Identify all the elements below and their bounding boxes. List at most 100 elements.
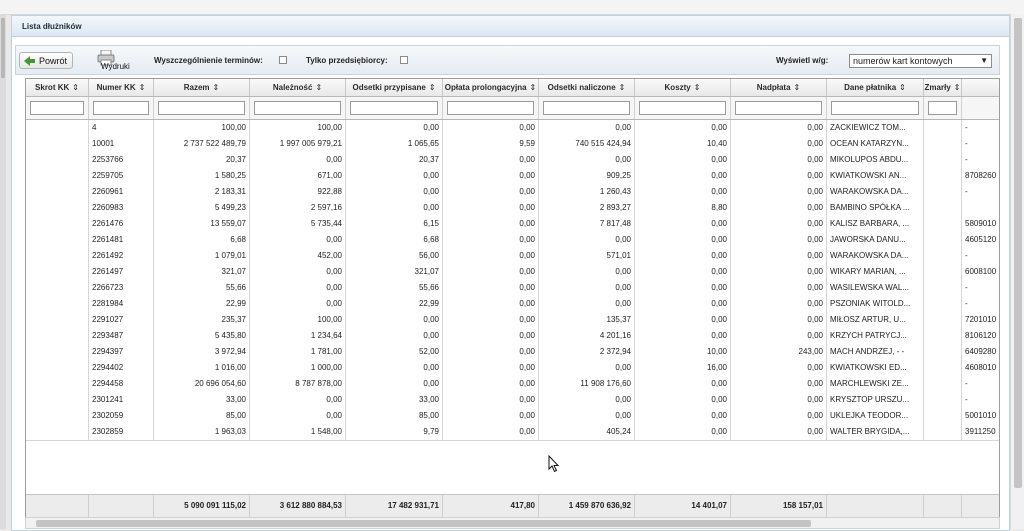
column-header-odsetki-naliczone[interactable]: Odsetki naliczone ⇕ [539, 79, 635, 96]
cell-odsetki-przypisane: 0,00 [346, 360, 443, 376]
table-row[interactable]: 2259705 1 580,25 671,00 0,00 0,00 909,25 0,00 0… [26, 168, 999, 185]
cell-dane-platnika: MIŁOSZ ARTUR, U... [827, 312, 924, 328]
cell-p: 8708260 [962, 168, 999, 184]
cell-oplata-prolongacyjna: 0,00 [443, 264, 539, 280]
table-row[interactable]: 2260961 2 183,31 922,88 0,00 0,00 1 260,43 0,0… [26, 184, 999, 201]
cell-nadplata: 0,00 [731, 184, 827, 200]
cell-odsetki-przypisane: 9,79 [346, 424, 443, 440]
sort-icon: ⇕ [899, 83, 906, 92]
cell-koszty: 0,00 [635, 120, 731, 136]
right-scrollbar-thumb[interactable] [1014, 18, 1022, 488]
column-header-label: Nadpłata [756, 83, 791, 92]
column-header-nadplata[interactable]: Nadpłata ⇕ [731, 79, 827, 96]
entrepreneurs-only-checkbox[interactable] [400, 56, 408, 64]
cell-koszty: 10,00 [635, 344, 731, 360]
filter-input-razem[interactable] [158, 101, 245, 115]
filter-input-koszty[interactable] [639, 101, 726, 115]
back-button[interactable]: Powrót [19, 52, 73, 69]
table-row[interactable]: 4 100,00 100,00 0,00 0,00 0,00 0,00 0,00 ZACKIEW… [26, 120, 999, 137]
cell-odsetki-przypisane: 0,00 [346, 168, 443, 184]
display-by-select[interactable]: numerów kart kontowych ▼ [849, 54, 992, 68]
table-row[interactable]: 2302059 85,00 0,00 85,00 0,00 0,00 0,00 0,00 UKL… [26, 408, 999, 425]
cell-dane-platnika: UKLEJKA TEODOR... [827, 408, 924, 424]
cell-numer-kk: 2294402 [89, 360, 154, 376]
cell-dane-platnika: WARAKOWSKA DA... [827, 184, 924, 200]
filter-input-zmarly[interactable] [928, 101, 957, 115]
cell-nadplata: 0,00 [731, 120, 827, 136]
cell-odsetki-naliczone: 0,00 [539, 152, 635, 168]
table-row[interactable]: 2294458 20 696 054,60 8 787 878,00 0,00 0,00… [26, 376, 999, 393]
table-row[interactable]: 2302859 1 963,03 1 548,00 9,79 0,00 405,24 0,0… [26, 424, 999, 441]
table-row[interactable]: 2291027 235,37 100,00 0,00 0,00 135,37 0,00 0,0… [26, 312, 999, 329]
itemize-terms-checkbox[interactable] [279, 56, 287, 64]
cell-razem: 321,07 [154, 264, 250, 280]
cell-naleznosc: 1 548,00 [250, 424, 346, 440]
cell-dane-platnika: JAWORSKA DANU... [827, 232, 924, 248]
table-row[interactable]: 2260983 5 499,23 2 597,16 0,00 0,00 2 893,27 8… [26, 200, 999, 217]
cell-p: - [962, 184, 999, 200]
filter-input-naleznosc[interactable] [254, 101, 341, 115]
column-header-skrot-kk[interactable]: Skrot KK ⇕ [26, 79, 89, 96]
column-header-p[interactable]: P [962, 79, 1000, 96]
cell-oplata-prolongacyjna: 0,00 [443, 200, 539, 216]
cell-naleznosc: 671,00 [250, 168, 346, 184]
cell-odsetki-przypisane: 321,07 [346, 264, 443, 280]
cell-skrot-kk [26, 136, 89, 152]
table-row[interactable]: 2293487 5 435,80 1 234,64 0,00 0,00 4 201,16 0… [26, 328, 999, 345]
cell-nadplata: 0,00 [731, 200, 827, 216]
column-header-label: Dane płatnika [844, 83, 897, 92]
right-scrollbar[interactable] [1010, 14, 1024, 529]
table-row[interactable]: 2261492 1 079,01 452,00 56,00 0,00 571,01 0,00… [26, 248, 999, 265]
table-row[interactable]: 10001 2 737 522 489,79 1 997 005 979,21 1 0… [26, 136, 999, 153]
cell-p: - [962, 152, 999, 168]
cell-odsetki-naliczone: 1 260,43 [539, 184, 635, 200]
filter-cell-naleznosc [250, 97, 346, 119]
horizontal-scrollbar-thumb[interactable] [36, 520, 811, 527]
total-naleznosc: 3 612 880 884,53 [250, 495, 346, 517]
filter-input-skrot-kk[interactable] [30, 101, 84, 115]
cell-nadplata: 243,00 [731, 344, 827, 360]
table-row[interactable]: 2294402 1 016,00 1 000,00 0,00 0,00 0,00 16,00… [26, 360, 999, 377]
filter-input-dane-platnika[interactable] [831, 101, 919, 115]
cell-p: - [962, 376, 999, 392]
filter-input-nadplata[interactable] [735, 101, 822, 115]
left-scrollbar-thumb[interactable] [1, 18, 5, 78]
column-header-koszty[interactable]: Koszty ⇕ [635, 79, 731, 96]
table-row[interactable]: 2261476 13 559,07 5 735,44 6,15 0,00 7 817,48… [26, 216, 999, 233]
cell-naleznosc: 0,00 [250, 392, 346, 408]
filter-input-numer-kk[interactable] [93, 101, 149, 115]
cell-naleznosc: 0,00 [250, 232, 346, 248]
column-header-numer-kk[interactable]: Numer KK ⇕ [89, 79, 154, 96]
table-row[interactable]: 2281984 22,99 0,00 22,99 0,00 0,00 0,00 0,00 PSZ… [26, 296, 999, 313]
table-row[interactable]: 2261481 6,68 0,00 6,68 0,00 0,00 0,00 0,00 JAWOR… [26, 232, 999, 249]
horizontal-scrollbar[interactable] [25, 517, 1000, 529]
table-row[interactable]: 2301241 33,00 0,00 33,00 0,00 0,00 0,00 0,00 KRY… [26, 392, 999, 409]
table-row[interactable]: 2261497 321,07 0,00 321,07 0,00 0,00 0,00 0,00 W… [26, 264, 999, 281]
filter-input-odsetki-naliczone[interactable] [543, 101, 630, 115]
cell-dane-platnika: MIKOLUPOS ABDU... [827, 152, 924, 168]
cell-nadplata: 0,00 [731, 392, 827, 408]
cell-numer-kk: 2281984 [89, 296, 154, 312]
column-header-oplata-prolongacyjna[interactable]: Opłata prolongacyjna ⇕ [443, 79, 539, 96]
filter-cell-skrot-kk [26, 97, 89, 119]
cell-skrot-kk [26, 344, 89, 360]
filter-input-odsetki-przypisane[interactable] [350, 101, 438, 115]
cell-nadplata: 0,00 [731, 360, 827, 376]
table-row[interactable]: 2266723 55,66 0,00 55,66 0,00 0,00 0,00 0,00 WAS… [26, 280, 999, 297]
column-header-zmarly[interactable]: Zmarły ⇕ [924, 79, 962, 96]
column-header-odsetki-przypisane[interactable]: Odsetki przypisane ⇕ [346, 79, 443, 96]
table-row[interactable]: 2253766 20,37 0,00 20,37 0,00 0,00 0,00 0,00 MIK… [26, 152, 999, 169]
column-header-naleznosc[interactable]: Należność ⇕ [250, 79, 346, 96]
column-header-razem[interactable]: Razem ⇕ [154, 79, 250, 96]
cell-zmarly [924, 232, 962, 248]
cell-dane-platnika: KRZYCH PATRYCJ... [827, 328, 924, 344]
cell-odsetki-przypisane: 33,00 [346, 392, 443, 408]
left-scrollbar[interactable] [0, 14, 6, 529]
filter-input-oplata-prolongacyjna[interactable] [447, 101, 534, 115]
print-button[interactable]: Wydruki [85, 50, 143, 72]
cell-odsetki-przypisane: 1 065,65 [346, 136, 443, 152]
cell-razem: 235,37 [154, 312, 250, 328]
table-row[interactable]: 2294397 3 972,94 1 781,00 52,00 0,00 2 372,94… [26, 344, 999, 361]
column-header-dane-platnika[interactable]: Dane płatnika ⇕ [827, 79, 924, 96]
cell-nadplata: 0,00 [731, 296, 827, 312]
